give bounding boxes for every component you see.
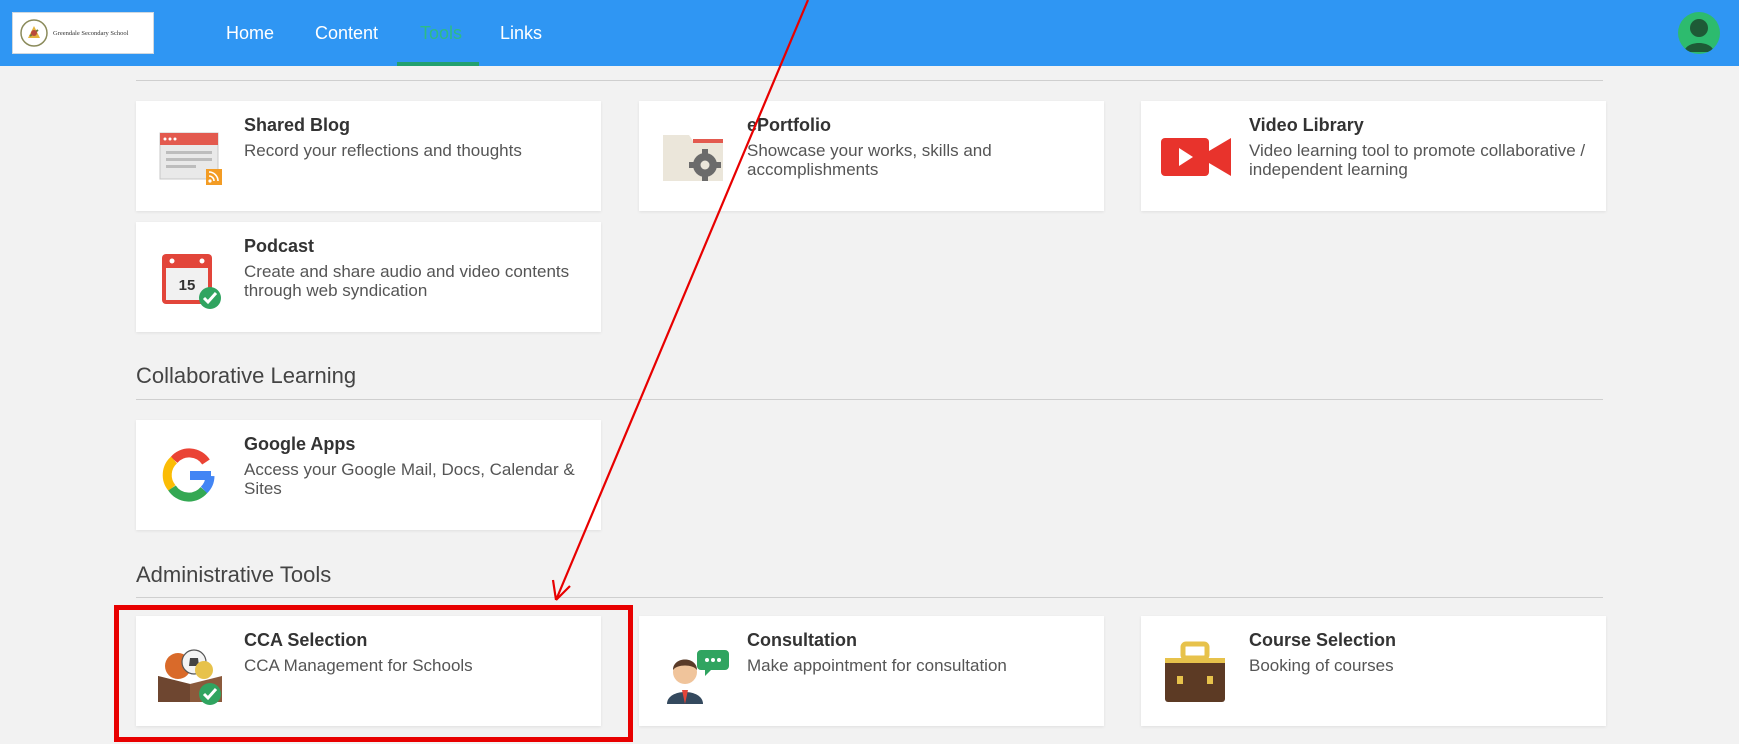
- section-heading-administrative-tools: Administrative Tools: [136, 562, 332, 587]
- person-speech-icon: [653, 636, 733, 706]
- tool-card-consultation[interactable]: Consultation Make appointment for consul…: [639, 616, 1104, 726]
- active-tab-indicator: [397, 62, 479, 66]
- school-crest-icon: [20, 19, 48, 47]
- tool-title: Consultation: [747, 630, 857, 650]
- tool-card-video-library[interactable]: Video Library Video learning tool to pro…: [1141, 101, 1606, 211]
- user-avatar[interactable]: [1678, 12, 1720, 54]
- school-logo[interactable]: Greendale Secondary School: [12, 12, 154, 54]
- nav-home[interactable]: Home: [226, 0, 274, 66]
- google-g-icon: [150, 440, 230, 510]
- nav-links[interactable]: Links: [500, 0, 542, 66]
- tool-card-podcast[interactable]: 15 Podcast Create and share audio and vi…: [136, 222, 601, 332]
- tool-description: Make appointment for consultation: [747, 656, 1007, 675]
- tool-title: Shared Blog: [244, 115, 351, 135]
- section-divider: [136, 597, 1603, 598]
- tool-title: Podcast: [244, 236, 315, 256]
- nav-content[interactable]: Content: [315, 0, 378, 66]
- briefcase-icon: [1155, 636, 1235, 706]
- calendar-day: 15: [179, 277, 196, 294]
- tool-description: Create and share audio and video content…: [244, 262, 570, 300]
- school-name: Greendale Secondary School: [53, 29, 129, 37]
- video-camera-icon: [1155, 121, 1235, 191]
- tool-title: Google Apps: [244, 434, 356, 454]
- tool-title: ePortfolio: [747, 115, 831, 135]
- top-navbar: Greendale Secondary School Home Content …: [0, 0, 1739, 66]
- tool-card-google-apps[interactable]: Google Apps Access your Google Mail, Doc…: [136, 420, 601, 530]
- section-divider: [136, 399, 1603, 400]
- tool-description: Booking of courses: [1249, 656, 1394, 675]
- section-divider: [136, 80, 1603, 81]
- tool-card-eportfolio[interactable]: ePortfolio Showcase your works, skills a…: [639, 101, 1104, 211]
- blog-browser-rss-icon: [150, 121, 230, 191]
- folder-gear-icon: [653, 121, 733, 191]
- user-avatar-icon: [1684, 19, 1714, 52]
- tool-title: Course Selection: [1249, 630, 1397, 650]
- annotation-highlight-box: [114, 605, 633, 742]
- tool-description: Access your Google Mail, Docs, Calendar …: [244, 460, 575, 498]
- tool-title: Video Library: [1249, 115, 1364, 135]
- tool-description: Showcase your works, skills and accompli…: [747, 141, 992, 179]
- tool-description: Record your reflections and thoughts: [244, 141, 522, 160]
- nav-tools[interactable]: Tools: [420, 0, 462, 66]
- section-heading-collaborative-learning: Collaborative Learning: [136, 363, 357, 388]
- tool-card-shared-blog[interactable]: Shared Blog Record your reflections and …: [136, 101, 601, 211]
- calendar-check-icon: 15: [150, 242, 230, 312]
- tool-card-course-selection[interactable]: Course Selection Booking of courses: [1141, 616, 1606, 726]
- tool-description: Video learning tool to promote collabora…: [1249, 141, 1586, 179]
